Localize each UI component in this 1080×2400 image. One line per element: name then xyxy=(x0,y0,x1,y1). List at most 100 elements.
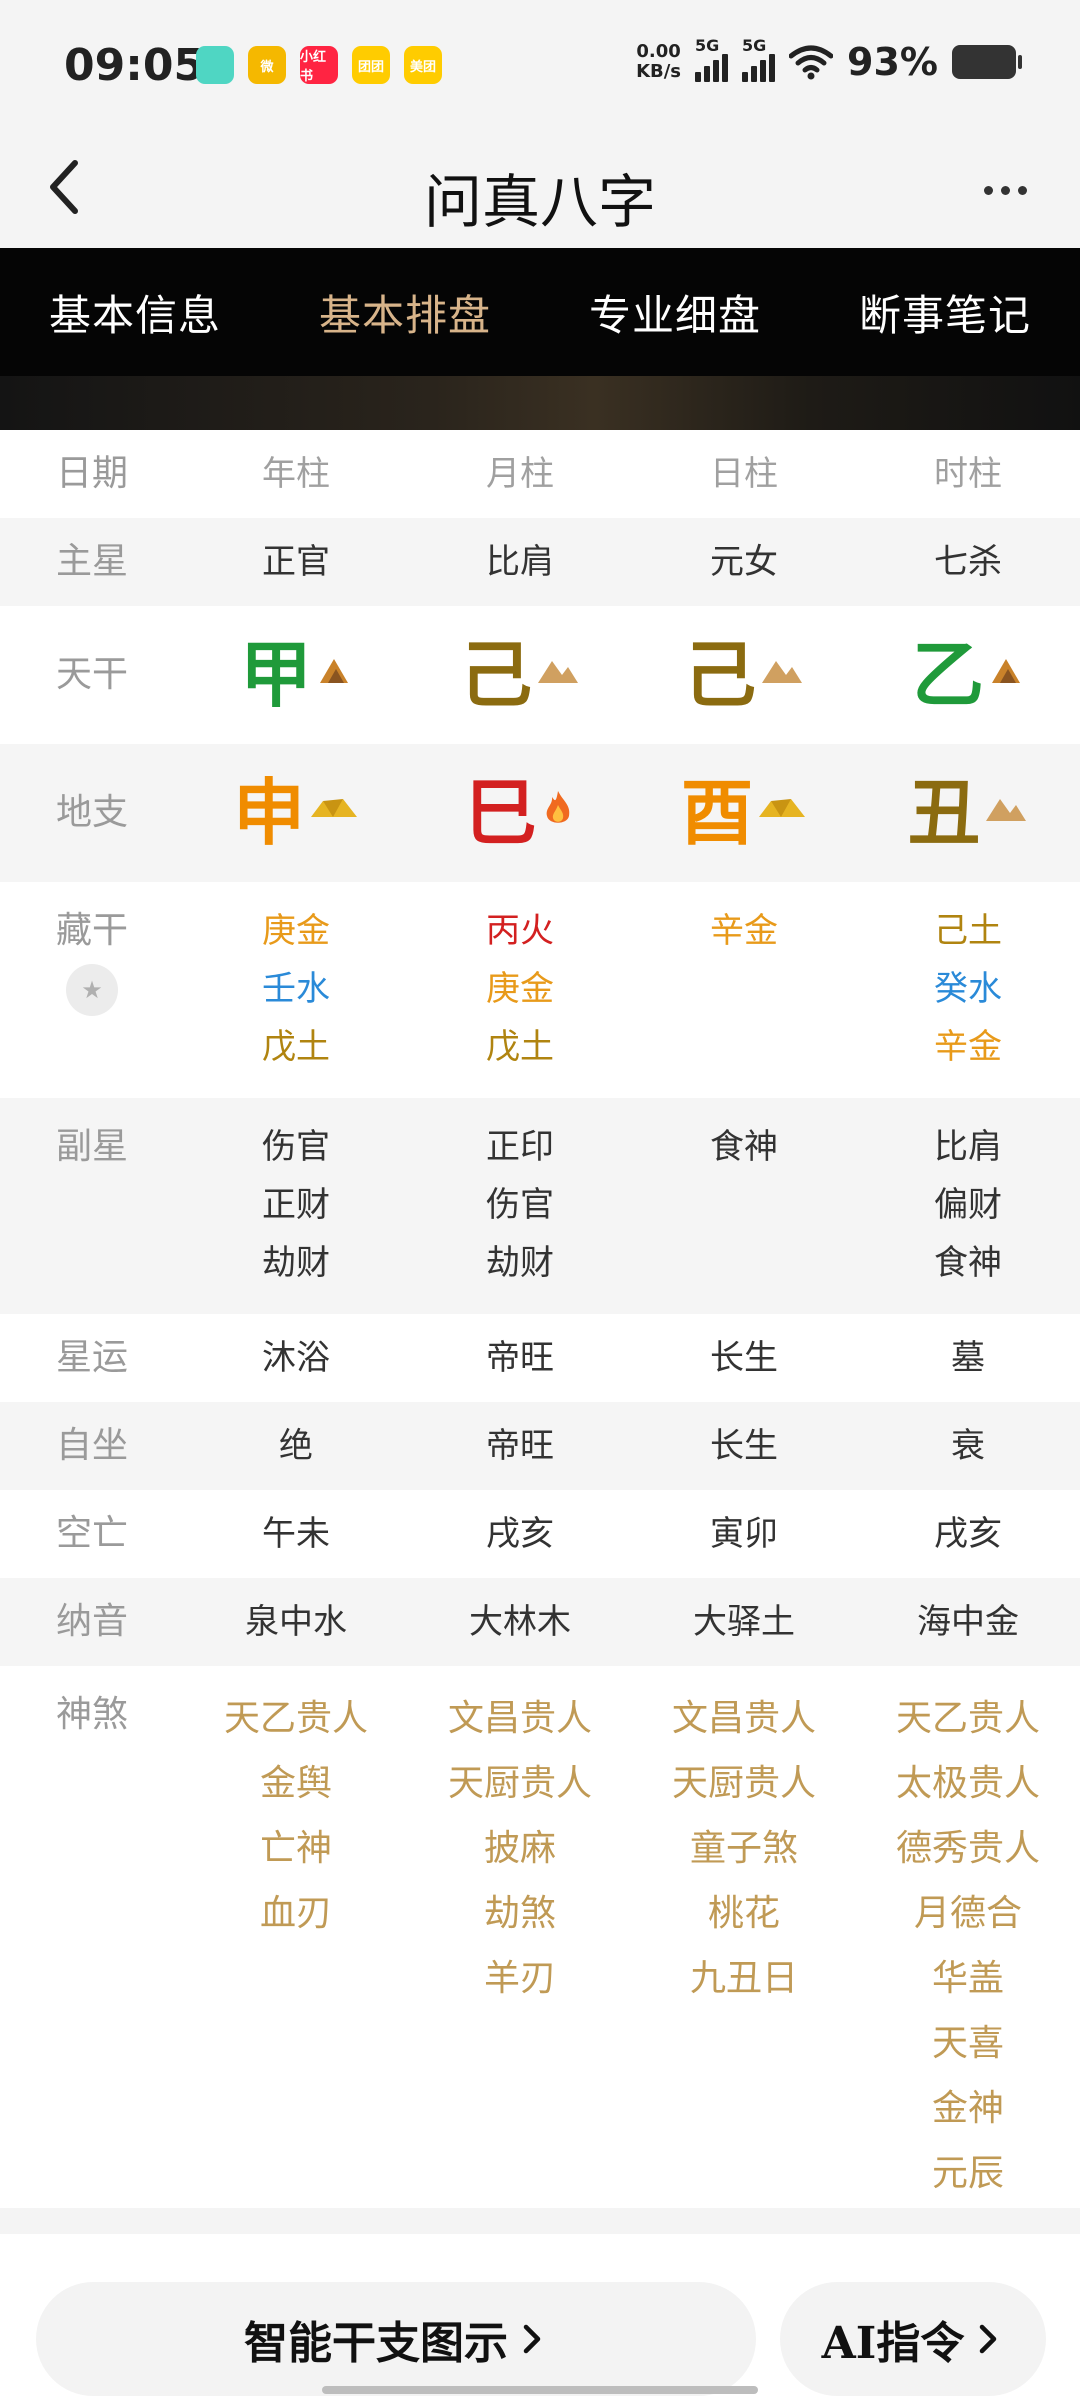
shensha-item[interactable]: 太极贵人 xyxy=(896,1751,1040,1816)
shensha-item[interactable]: 天喜 xyxy=(932,2011,1004,2076)
battery-percent: 93% xyxy=(847,40,938,84)
table-cell: 庚金 壬水 戊土 xyxy=(184,902,408,1076)
row-label-text: 神煞 xyxy=(55,1694,128,1735)
shensha-item[interactable]: 羊刃 xyxy=(484,1946,556,2011)
table-header-row: 日期 年柱 月柱 日柱 时柱 xyxy=(0,430,1080,518)
row-label: 主星 xyxy=(55,541,128,582)
table-cell: 帝旺 xyxy=(486,1426,554,1466)
page-title: 问真八字 xyxy=(423,168,656,236)
row-label: 副星 xyxy=(0,1118,184,1292)
table-cell: 正官 xyxy=(262,542,330,582)
table-cell: 墓 xyxy=(951,1338,985,1378)
bazi-table: 日期 年柱 月柱 日柱 时柱 主星 正官 比肩 元女 七杀 天干 甲 己 己 乙 地支… xyxy=(0,430,1080,2228)
table-cell: 寅卯 xyxy=(710,1514,778,1554)
shensha-item[interactable]: 金神 xyxy=(932,2076,1004,2141)
shensha-item[interactable]: 亡神 xyxy=(260,1816,332,1881)
shensha-item[interactable]: 月德合 xyxy=(914,1881,1022,1946)
hidden-stem-item: 庚金 xyxy=(262,911,330,951)
heavenly-stem-char: 己 xyxy=(459,633,532,717)
status-bar: 09:05 微小红书 团团 美团 0.00 KB/s 5G 5G 93% xyxy=(0,0,1080,130)
column-header-month: 月柱 xyxy=(486,454,554,494)
hidden-stem-item: 辛金 xyxy=(934,1027,1002,1067)
network-speed-unit: KB/s xyxy=(636,61,682,82)
table-cell: 七杀 xyxy=(934,542,1002,582)
table-cell: 己 xyxy=(632,630,856,720)
table-cell: 衰 xyxy=(951,1426,985,1466)
network-speed: 0.00 KB/s xyxy=(636,42,681,82)
metal-icon xyxy=(757,791,807,836)
table-cell: 泉中水 xyxy=(245,1602,347,1642)
table-row-secondary-star: 副星 伤官 正财 劫财 正印 伤官 劫财 食神 比肩 偏财 食神 xyxy=(0,1098,1080,1314)
secondary-star-item: 伤官 xyxy=(486,1185,554,1225)
table-row-void: 空亡 午未 戌亥 寅卯 戌亥 xyxy=(0,1490,1080,1578)
table-cell: 文昌贵人 天厨贵人 童子煞 桃花 九丑日 xyxy=(632,1686,856,2206)
hidden-stem-item: 丙火 xyxy=(486,911,554,951)
network-speed-value: 0.00 xyxy=(636,41,681,62)
secondary-star-item: 食神 xyxy=(710,1127,778,1167)
table-cell: 食神 xyxy=(632,1118,856,1292)
shensha-item[interactable]: 天厨贵人 xyxy=(448,1751,592,1816)
shensha-item[interactable]: 九丑日 xyxy=(690,1946,798,2011)
table-cell: 文昌贵人 天厨贵人 披麻 劫煞 羊刃 xyxy=(408,1686,632,2206)
shensha-item[interactable]: 德秀贵人 xyxy=(896,1816,1040,1881)
signal-5g-label: 5G xyxy=(742,36,767,55)
shensha-item[interactable]: 天厨贵人 xyxy=(672,1751,816,1816)
table-cell: 天乙贵人 金舆 亡神 血刃 xyxy=(184,1686,408,2206)
row-label-group: 藏干 ★ xyxy=(0,902,184,1076)
row-label: 地支 xyxy=(55,792,128,833)
table-row-earthly-branch: 地支 申 巳 酉 丑 xyxy=(0,744,1080,882)
table-cell: 己土 癸水 辛金 xyxy=(856,902,1080,1076)
decorative-banner xyxy=(0,376,1080,430)
tab-notes[interactable]: 断事笔记 xyxy=(810,248,1080,376)
battery-icon xyxy=(952,45,1022,79)
ai-command-button[interactable]: AI指令 xyxy=(780,2282,1046,2396)
row-label: 日期 xyxy=(55,453,128,494)
shensha-item[interactable]: 童子煞 xyxy=(690,1816,798,1881)
tab-basic-chart[interactable]: 基本排盘 xyxy=(270,248,540,376)
secondary-star-item: 正财 xyxy=(262,1185,330,1225)
metal-icon xyxy=(309,791,359,836)
fire-icon xyxy=(541,789,575,838)
table-row-heavenly-stem: 天干 甲 己 己 乙 xyxy=(0,606,1080,744)
hidden-stem-item: 癸水 xyxy=(934,969,1002,1009)
tab-professional-chart[interactable]: 专业细盘 xyxy=(540,248,810,376)
tab-basic-info[interactable]: 基本信息 xyxy=(0,248,270,376)
more-button[interactable] xyxy=(970,160,1040,220)
home-indicator[interactable] xyxy=(322,2386,758,2394)
table-cell: 比肩 偏财 食神 xyxy=(856,1118,1080,1292)
table-cell: 海中金 xyxy=(917,1602,1019,1642)
shensha-item[interactable]: 血刃 xyxy=(260,1881,332,1946)
shensha-item[interactable]: 天乙贵人 xyxy=(224,1686,368,1751)
shensha-item[interactable]: 桃花 xyxy=(708,1881,780,1946)
shensha-item[interactable]: 华盖 xyxy=(932,1946,1004,2011)
shensha-item[interactable]: 披麻 xyxy=(484,1816,556,1881)
shensha-item[interactable]: 金舆 xyxy=(260,1751,332,1816)
table-row-main-star: 主星 正官 比肩 元女 七杀 xyxy=(0,518,1080,606)
row-label: 自坐 xyxy=(55,1425,128,1466)
table-cell: 伤官 正财 劫财 xyxy=(184,1118,408,1292)
secondary-star-item: 偏财 xyxy=(934,1185,1002,1225)
shensha-item[interactable]: 元辰 xyxy=(932,2141,1004,2206)
shensha-item[interactable]: 文昌贵人 xyxy=(448,1686,592,1751)
wood-icon xyxy=(988,653,1024,698)
button-label: 智能干支图示 xyxy=(244,2318,508,2369)
table-row-shensha: 神煞 天乙贵人 金舆 亡神 血刃 文昌贵人 天厨贵人 披麻 劫煞 羊刃 文昌贵人 天厨贵人 童子煞 桃花… xyxy=(0,1666,1080,2228)
earth-icon xyxy=(760,653,804,698)
secondary-star-item: 比肩 xyxy=(934,1127,1002,1167)
wood-icon xyxy=(316,653,352,698)
button-label: AI指令 xyxy=(821,2318,965,2369)
notification-icons: 微小红书 团团 美团 xyxy=(196,46,442,84)
secondary-star-item: 劫财 xyxy=(486,1243,554,1283)
column-header-day: 日柱 xyxy=(710,454,778,494)
earth-icon xyxy=(984,791,1028,836)
more-dot-icon xyxy=(1017,185,1027,195)
smart-ganzhi-diagram-button[interactable]: 智能干支图示 xyxy=(36,2282,756,2396)
pin-icon: ★ xyxy=(81,976,103,1004)
pin-button[interactable]: ★ xyxy=(66,964,118,1016)
heavenly-stem-char: 己 xyxy=(683,633,756,717)
hidden-stem-item: 己土 xyxy=(934,911,1002,951)
shensha-item[interactable]: 天乙贵人 xyxy=(896,1686,1040,1751)
shensha-item[interactable]: 文昌贵人 xyxy=(672,1686,816,1751)
shensha-item[interactable]: 劫煞 xyxy=(484,1881,556,1946)
table-cell: 午未 xyxy=(262,1514,330,1554)
